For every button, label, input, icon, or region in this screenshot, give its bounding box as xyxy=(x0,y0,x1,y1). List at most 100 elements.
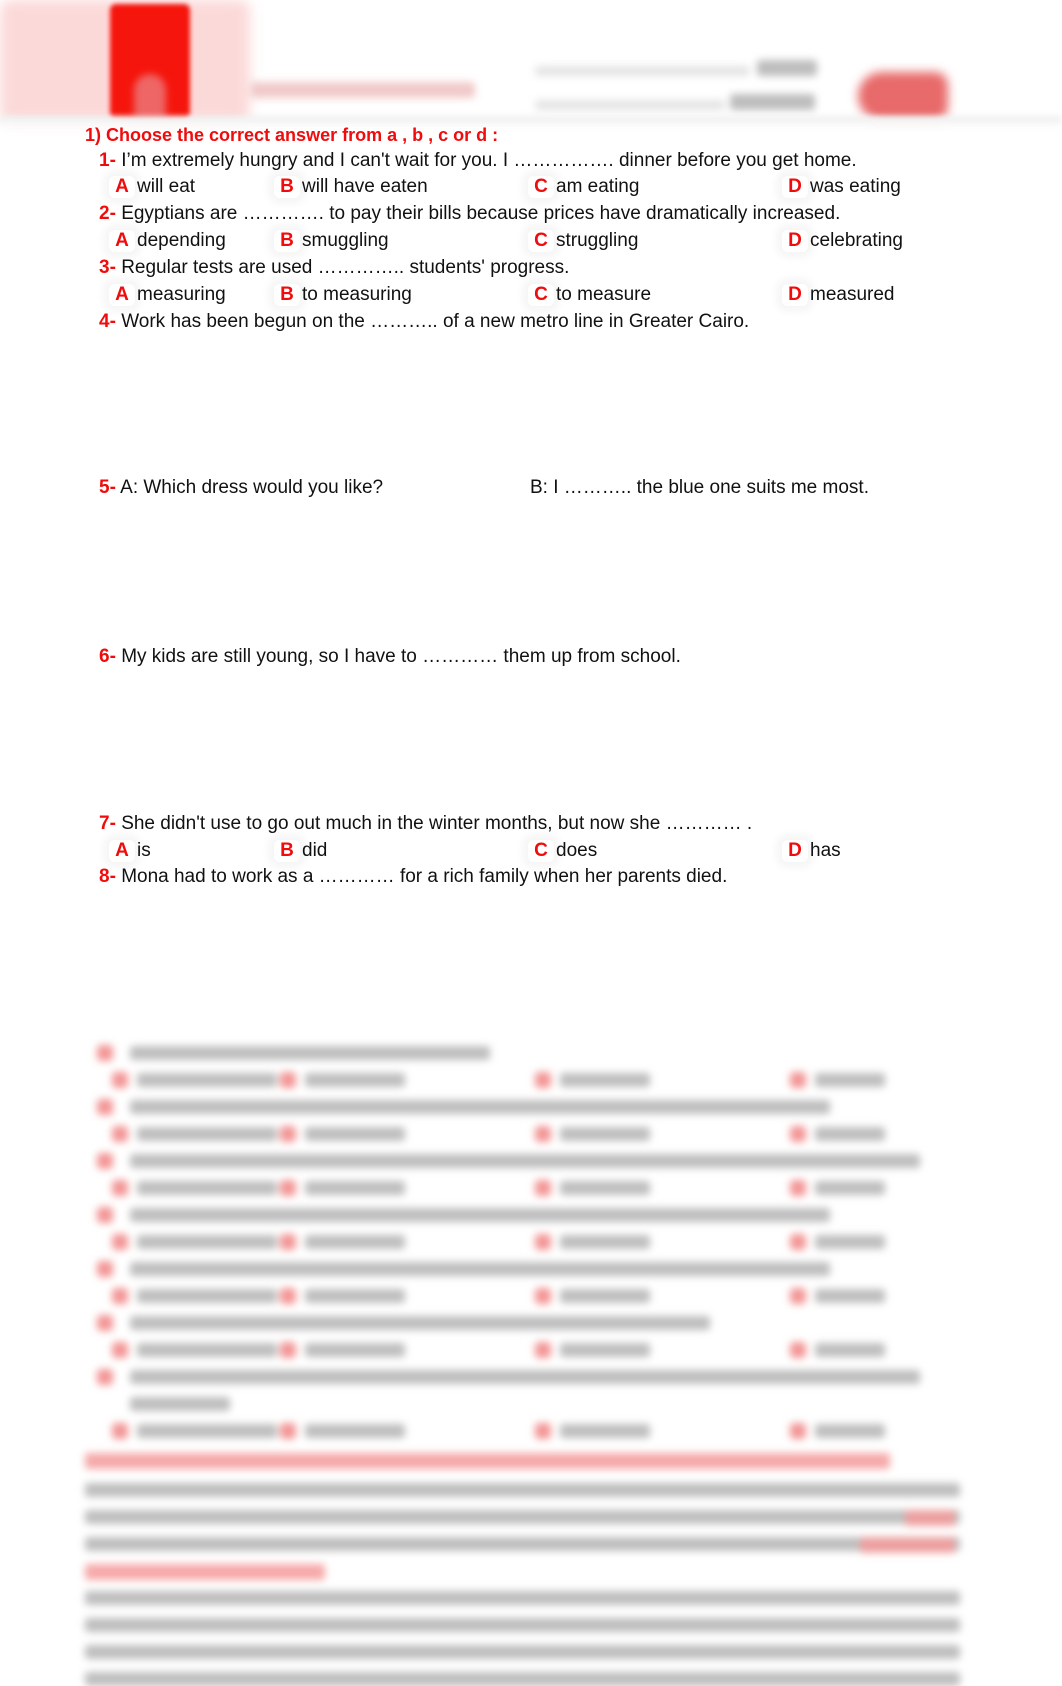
blurred-option-text xyxy=(560,1424,650,1438)
option-b[interactable]: Bwill have eaten xyxy=(274,176,428,198)
blurred-question-number xyxy=(97,1099,113,1115)
blurred-option-text xyxy=(560,1289,650,1303)
blurred-option-letter xyxy=(280,1126,296,1142)
blurred-option-letter xyxy=(280,1180,296,1196)
option-d[interactable]: Dhas xyxy=(782,840,841,862)
blurred-question-text xyxy=(130,1316,710,1330)
option-c[interactable]: Cto measure xyxy=(528,284,651,306)
blurred-option-letter xyxy=(112,1234,128,1250)
section-heading: 1) Choose the correct answer from a , b … xyxy=(85,125,499,145)
blurred-option-letter xyxy=(112,1072,128,1088)
blurred-option-text xyxy=(815,1424,885,1438)
blurred-option-text xyxy=(815,1073,885,1087)
blurred-option-text xyxy=(137,1343,277,1357)
blurred-paragraph-line xyxy=(85,1510,960,1524)
blurred-option-letter xyxy=(790,1288,806,1304)
blurred-paragraph-line xyxy=(85,1618,960,1632)
page-header xyxy=(0,0,1062,128)
blurred-question-number xyxy=(97,1153,113,1169)
blurred-question-number xyxy=(97,1315,113,1331)
option-d[interactable]: Dmeasured xyxy=(782,284,894,306)
header-subtitle-blurred xyxy=(250,82,475,98)
blurred-question-text xyxy=(130,1100,830,1114)
option-c[interactable]: Cstruggling xyxy=(528,230,638,252)
options-row-2: Adepending Bsmuggling Cstruggling Dceleb… xyxy=(0,230,1062,256)
question-number: 6- xyxy=(99,646,116,667)
blurred-option-letter xyxy=(790,1126,806,1142)
blurred-option-text xyxy=(137,1073,277,1087)
question-number: 5- xyxy=(99,477,116,498)
blurred-option-text xyxy=(137,1424,277,1438)
question-text: Work has been begun on the ……….. of a ne… xyxy=(121,311,750,332)
blurred-option-text xyxy=(560,1181,650,1195)
blurred-option-letter xyxy=(112,1180,128,1196)
question-6: 6- My kids are still young, so I have to… xyxy=(99,646,681,668)
blurred-option-letter xyxy=(112,1342,128,1358)
question-text: Mona had to work as a ………… for a rich fa… xyxy=(121,866,728,887)
question-text: She didn't use to go out much in the win… xyxy=(121,813,753,834)
blurred-option-text xyxy=(305,1073,405,1087)
blurred-question-text xyxy=(130,1208,830,1222)
blurred-option-text xyxy=(137,1127,277,1141)
blurred-question-text xyxy=(130,1397,230,1411)
class-field-label-blurred xyxy=(730,94,815,110)
blurred-option-letter xyxy=(790,1072,806,1088)
option-a[interactable]: Ameasuring xyxy=(109,284,226,306)
question-4: 4- Work has been begun on the ……….. of a… xyxy=(99,311,749,333)
option-b[interactable]: Bsmuggling xyxy=(274,230,388,252)
blurred-option-text xyxy=(305,1289,405,1303)
question-3: 3- Regular tests are used ………….. student… xyxy=(99,257,569,279)
blurred-option-letter xyxy=(790,1423,806,1439)
brand-stamp-icon xyxy=(858,72,948,120)
blurred-option-letter xyxy=(280,1423,296,1439)
option-c[interactable]: Cam eating xyxy=(528,176,639,198)
blurred-option-text xyxy=(815,1235,885,1249)
question-number: 7- xyxy=(99,813,116,834)
blurred-option-letter xyxy=(112,1288,128,1304)
options-row-7: Ais Bdid Cdoes Dhas xyxy=(0,840,1062,866)
blurred-option-letter xyxy=(790,1342,806,1358)
blurred-option-text xyxy=(137,1235,277,1249)
question-number: 4- xyxy=(99,311,116,332)
blurred-option-text xyxy=(305,1127,405,1141)
option-d[interactable]: Dcelebrating xyxy=(782,230,903,252)
option-d[interactable]: Dwas eating xyxy=(782,176,901,198)
name-field-label-blurred xyxy=(757,60,817,76)
option-c[interactable]: Cdoes xyxy=(528,840,597,862)
question-2: 2- Egyptians are …………. to pay their bill… xyxy=(99,203,840,225)
blurred-option-letter xyxy=(535,1234,551,1250)
blurred-question-number xyxy=(97,1261,113,1277)
blurred-option-text xyxy=(560,1073,650,1087)
option-b[interactable]: Bdid xyxy=(274,840,327,862)
blurred-option-text xyxy=(560,1235,650,1249)
blurred-option-text xyxy=(137,1181,277,1195)
name-field-line xyxy=(535,66,750,76)
question-5: 5- A: Which dress would you like? xyxy=(99,477,383,499)
blurred-option-text xyxy=(305,1424,405,1438)
blurred-option-letter xyxy=(535,1288,551,1304)
blurred-section-heading xyxy=(85,1453,890,1469)
blurred-option-letter xyxy=(535,1423,551,1439)
blurred-paragraph-line xyxy=(85,1591,960,1605)
blurred-option-letter xyxy=(280,1342,296,1358)
blurred-option-letter xyxy=(535,1342,551,1358)
option-b[interactable]: Bto measuring xyxy=(274,284,412,306)
option-a[interactable]: Awill eat xyxy=(109,176,195,198)
blurred-question-text xyxy=(130,1262,830,1276)
question-number: 2- xyxy=(99,203,116,224)
blurred-option-letter xyxy=(535,1180,551,1196)
blurred-highlighted-text xyxy=(85,1564,325,1580)
blurred-question-text xyxy=(130,1370,920,1384)
blurred-question-number xyxy=(97,1207,113,1223)
option-a[interactable]: Ais xyxy=(109,840,151,862)
blurred-option-letter xyxy=(790,1180,806,1196)
blurred-paragraph-line xyxy=(85,1537,960,1551)
bookmark-logo-icon xyxy=(110,4,190,119)
blurred-option-text xyxy=(815,1289,885,1303)
option-a[interactable]: Adepending xyxy=(109,230,226,252)
blurred-question-number xyxy=(97,1045,113,1061)
blurred-question-number xyxy=(97,1369,113,1385)
question-text: I’m extremely hungry and I can't wait fo… xyxy=(121,150,857,171)
blurred-option-letter xyxy=(535,1072,551,1088)
question-7: 7- She didn't use to go out much in the … xyxy=(99,813,752,835)
